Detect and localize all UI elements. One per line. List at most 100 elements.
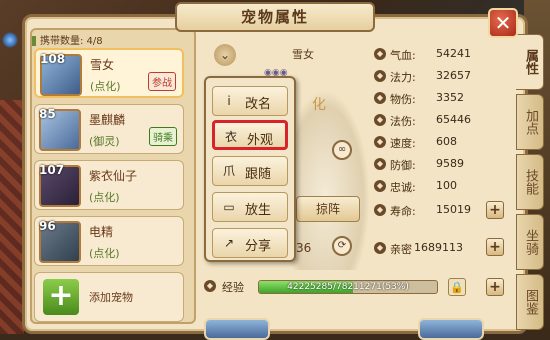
world-decoration xyxy=(0,100,24,334)
bottom-left-button[interactable] xyxy=(204,318,270,340)
stat-value: 3352 xyxy=(436,91,464,104)
stat-label: 物伤: xyxy=(390,93,416,106)
menu-item-share[interactable]: ↗ 分享 xyxy=(212,228,288,258)
add-pet-label: 添加宠物 xyxy=(89,291,133,304)
intimacy-icon: ◆ xyxy=(374,242,386,254)
exp-label: 经验 xyxy=(222,281,244,294)
loyalty-icon: ◆ xyxy=(374,180,386,192)
carry-count: 携带数量: 4/8 xyxy=(32,32,103,47)
stat-physical-damage: ◆ 物伤: 3352 xyxy=(374,90,504,108)
pet-name: 墨麒麟 xyxy=(89,113,126,127)
stat-value: 65446 xyxy=(436,113,471,126)
menu-item-label: 改名 xyxy=(245,97,272,112)
pet-level: 85 xyxy=(39,107,56,121)
paw-icon: 爪 xyxy=(222,164,235,178)
stat-loyalty: ◆ 忠诚: 100 xyxy=(374,178,504,196)
stat-label: 法伤: xyxy=(390,115,416,128)
stat-value: 15019 xyxy=(436,203,471,216)
sword-icon: ◆ xyxy=(374,92,386,104)
tab-skills[interactable]: 技能 xyxy=(516,154,544,210)
menu-item-rename[interactable]: i 改名 xyxy=(212,86,288,116)
stat-magic-damage: ◆ 法伤: 65446 xyxy=(374,112,504,130)
pet-card-4[interactable]: 96 电精 (点化) xyxy=(34,216,184,266)
speed-icon: ◆ xyxy=(374,136,386,148)
add-pet-plus-icon[interactable]: + xyxy=(43,279,79,315)
mount-tag: 骑乘 xyxy=(149,127,177,146)
menu-item-label: 外观 xyxy=(247,133,274,148)
info-icon: i xyxy=(227,94,231,108)
stat-label: 法力: xyxy=(390,71,416,84)
bottom-right-button[interactable] xyxy=(418,318,484,340)
stat-label: 防御: xyxy=(390,159,416,172)
stat-speed: ◆ 速度: 608 xyxy=(374,134,504,152)
pet-subtype: (点化) xyxy=(90,80,121,93)
stat-value: 54241 xyxy=(436,47,471,60)
magic-icon: ◆ xyxy=(374,114,386,126)
trash-icon: ▭ xyxy=(223,200,235,214)
lifespan-icon: ◆ xyxy=(374,204,386,216)
pet-card-2[interactable]: 85 墨麒麟 (御灵) 骑乘 xyxy=(34,104,184,154)
lock-icon[interactable]: 🔒 xyxy=(448,278,466,296)
stat-label: 寿命: xyxy=(390,205,416,218)
exp-progress-text: 42225285/78211271(53%) xyxy=(287,282,409,292)
stat-label: 气血: xyxy=(390,49,416,62)
stat-value: 100 xyxy=(436,179,457,192)
window-title: 宠物属性 xyxy=(175,2,375,32)
menu-item-release[interactable]: ▭ 放生 xyxy=(212,192,288,222)
menu-item-label: 分享 xyxy=(245,239,272,254)
menu-item-follow[interactable]: 爪 跟随 xyxy=(212,156,288,186)
lifespan-plus-button[interactable]: + xyxy=(486,201,504,219)
pet-card-1[interactable]: 108 雪女 (点化) 参战 xyxy=(34,48,184,98)
share-icon: ↗ xyxy=(223,236,235,250)
stat-mp: ◆ 法力: 32657 xyxy=(374,68,504,86)
pet-card-3[interactable]: 107 紫衣仙子 (点化) xyxy=(34,160,184,210)
tab-gallery[interactable]: 图鉴 xyxy=(516,274,544,330)
stat-label: 亲密 xyxy=(390,243,412,256)
pet-action-menu: i 改名 衣 外观 爪 跟随 ▭ 放生 ↗ 分享 xyxy=(204,76,296,262)
add-pet-card[interactable]: + 添加宠物 xyxy=(34,272,184,322)
shirt-icon: 衣 xyxy=(224,130,237,144)
carry-count-label: 携带数量: 4/8 xyxy=(40,36,103,47)
pet-subtype: (御灵) xyxy=(89,135,120,148)
pet-subtype: (点化) xyxy=(89,191,120,204)
infinity-icon[interactable]: ∞ xyxy=(332,140,352,160)
exp-row: ◆ 经验 42225285/78211271(53%) 🔒 xyxy=(204,278,504,296)
refresh-icon[interactable]: ⟳ xyxy=(332,236,352,256)
stat-label: 忠诚: xyxy=(390,181,416,194)
tab-add-points[interactable]: 加点 xyxy=(516,94,544,150)
stat-value: 9589 xyxy=(436,157,464,170)
pet-name: 雪女 xyxy=(90,58,115,72)
chevron-down-icon[interactable]: ⌄ xyxy=(214,44,236,66)
pet-subtype: (点化) xyxy=(89,247,120,260)
stat-value: 608 xyxy=(436,135,457,148)
pet-number: 36 xyxy=(296,241,312,255)
stat-label: 速度: xyxy=(390,137,416,150)
stat-hp: ◆ 气血: 54241 xyxy=(374,46,504,64)
pet-name: 电精 xyxy=(89,225,114,239)
exp-progress-bar: 42225285/78211271(53%) xyxy=(258,280,438,294)
pet-deco-glyph: 化 xyxy=(312,97,326,113)
stat-value: 1689113 xyxy=(414,241,463,254)
carry-marker-icon xyxy=(32,36,36,46)
menu-item-appearance[interactable]: 衣 外观 xyxy=(212,120,288,150)
tab-mount[interactable]: 坐骑 xyxy=(516,214,544,270)
pet-display-name: 雪女 xyxy=(292,48,314,61)
pet-level: 108 xyxy=(40,52,66,66)
close-button[interactable]: ✕ xyxy=(488,8,518,38)
pet-level: 107 xyxy=(39,163,65,177)
tab-attributes[interactable]: 属性 xyxy=(516,34,544,90)
menu-item-label: 跟随 xyxy=(245,167,272,182)
intimacy-plus-button[interactable]: + xyxy=(486,238,504,256)
pet-name: 紫衣仙子 xyxy=(89,169,138,183)
formation-button[interactable]: 掠阵 xyxy=(296,196,360,222)
stat-lifespan: ◆ 寿命: 15019 xyxy=(374,202,504,220)
stat-intimacy: ◆ 亲密 1689113 xyxy=(374,240,504,258)
stat-defense: ◆ 防御: 9589 xyxy=(374,156,504,174)
battle-tag: 参战 xyxy=(148,72,176,91)
hp-icon: ◆ xyxy=(374,48,386,60)
menu-item-label: 放生 xyxy=(245,203,272,218)
stat-value: 32657 xyxy=(436,69,471,82)
shield-icon: ◆ xyxy=(374,158,386,170)
exp-icon: ◆ xyxy=(204,280,216,292)
pet-level: 96 xyxy=(39,219,56,233)
